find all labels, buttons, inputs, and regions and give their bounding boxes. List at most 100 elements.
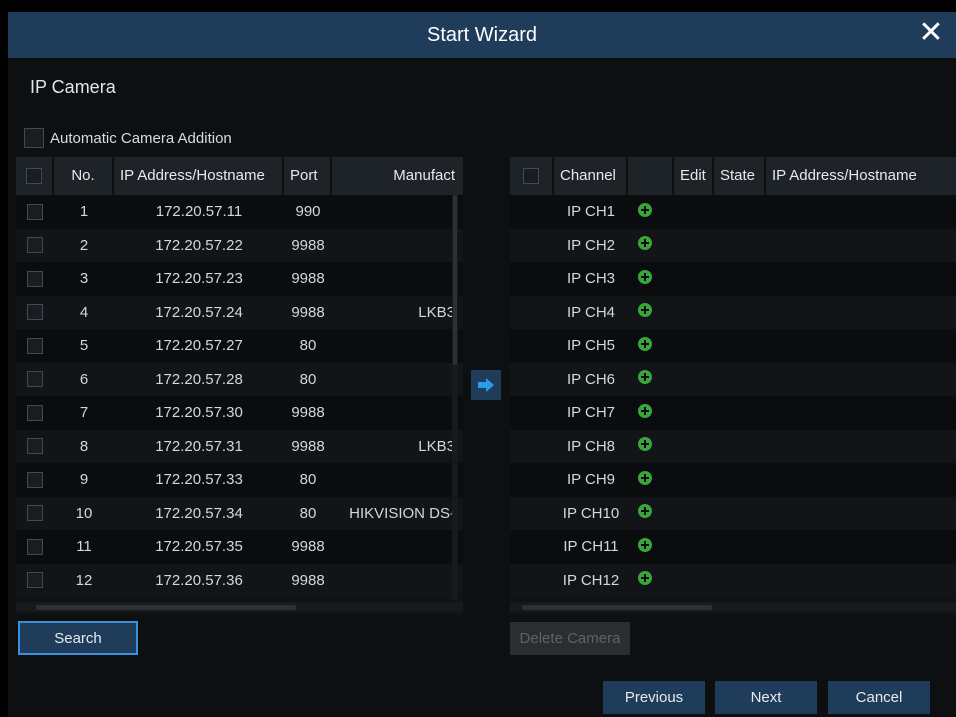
title-bar: Start Wizard ✕ — [8, 12, 956, 58]
add-camera-icon[interactable] — [638, 236, 652, 251]
row-port: 9988 — [291, 236, 325, 254]
column-header-add — [628, 157, 674, 195]
add-camera-cell — [628, 537, 674, 556]
channel-row[interactable]: IP CH9 — [510, 463, 956, 497]
channel-row[interactable]: IP CH10 — [510, 496, 956, 530]
channel-row[interactable]: IP CH8 — [510, 429, 956, 463]
table-row[interactable]: 5 172.20.57.27 80 — [16, 329, 463, 363]
channel-name: IP CH8 — [566, 437, 616, 455]
channel-row[interactable]: IP CH5 — [510, 329, 956, 363]
automatic-camera-addition[interactable]: Automatic Camera Addition — [24, 128, 232, 148]
search-results-body: 1 172.20.57.11 990 2 172.20.57.22 9988 3 172.20… — [16, 195, 463, 597]
row-checkbox[interactable] — [27, 371, 43, 388]
row-checkbox[interactable] — [27, 538, 43, 555]
channel-row[interactable]: IP CH7 — [510, 396, 956, 430]
row-checkbox[interactable] — [27, 237, 43, 254]
row-checkbox-cell — [16, 203, 54, 220]
table-row[interactable]: 4 172.20.57.24 9988 LKB3 — [16, 295, 463, 329]
row-ip: 172.20.57.11 — [155, 203, 243, 221]
column-header-ip[interactable]: IP Address/Hostname — [114, 157, 284, 195]
add-camera-icon[interactable] — [638, 303, 652, 318]
row-port: 9988 — [291, 270, 325, 288]
add-camera-icon[interactable] — [638, 537, 652, 552]
row-port: 80 — [299, 337, 317, 355]
row-checkbox-cell — [16, 304, 54, 321]
add-camera-cell — [628, 303, 674, 321]
column-header-state[interactable]: State — [714, 157, 766, 195]
column-header-manufacturer[interactable]: Manufact — [332, 157, 463, 195]
row-checkbox[interactable] — [27, 471, 43, 488]
table-row[interactable]: 10 172.20.57.34 80 HIKVISION DS- — [16, 496, 463, 530]
add-camera-cell — [628, 202, 674, 221]
row-ip: 172.20.57.33 — [155, 471, 243, 489]
table-row[interactable]: 2 172.20.57.22 9988 — [16, 228, 463, 262]
automatic-camera-addition-checkbox[interactable] — [24, 128, 44, 148]
add-camera-icon[interactable] — [638, 269, 652, 284]
table-row[interactable]: 11 172.20.57.35 9988 — [16, 530, 463, 564]
column-header-edit[interactable]: Edit — [674, 157, 714, 195]
channel-name: IP CH6 — [566, 370, 616, 388]
row-port: 9988 — [291, 437, 325, 455]
search-button[interactable]: Search — [18, 621, 138, 655]
row-checkbox[interactable] — [27, 203, 43, 220]
add-camera-icon[interactable] — [638, 437, 652, 452]
channel-row[interactable]: IP CH3 — [510, 262, 956, 296]
add-selected-arrow-button[interactable] — [471, 370, 501, 400]
cancel-button[interactable]: Cancel — [828, 681, 930, 714]
add-camera-icon[interactable] — [638, 336, 652, 351]
column-header-no[interactable]: No. — [54, 157, 114, 195]
column-header-channel-ip[interactable]: IP Address/Hostname — [766, 157, 956, 195]
row-checkbox[interactable] — [27, 337, 43, 354]
channel-row[interactable]: IP CH6 — [510, 362, 956, 396]
row-ip: 172.20.57.31 — [155, 437, 243, 455]
add-camera-icon[interactable] — [638, 403, 652, 418]
table-row[interactable]: 1 172.20.57.11 990 — [16, 195, 463, 229]
left-vertical-scroll-thumb[interactable] — [453, 195, 457, 365]
previous-button[interactable]: Previous — [603, 681, 705, 714]
add-camera-icon[interactable] — [638, 571, 652, 586]
table-row[interactable]: 6 172.20.57.28 80 — [16, 362, 463, 396]
close-icon[interactable]: ✕ — [916, 18, 946, 48]
table-row[interactable]: 9 172.20.57.33 80 — [16, 463, 463, 497]
add-camera-icon[interactable] — [638, 470, 652, 485]
table-row[interactable]: 8 172.20.57.31 9988 LKB3 — [16, 429, 463, 463]
table-row[interactable]: 3 172.20.57.23 9988 — [16, 262, 463, 296]
row-checkbox[interactable] — [27, 572, 43, 589]
right-horizontal-scrollbar[interactable] — [510, 602, 956, 612]
row-checkbox[interactable] — [27, 505, 43, 522]
left-horizontal-scroll-thumb[interactable] — [36, 605, 296, 610]
channel-row[interactable]: IP CH11 — [510, 530, 956, 564]
row-checkbox[interactable] — [27, 270, 43, 287]
channel-table: Channel Edit State IP Address/Hostname I… — [510, 157, 956, 615]
table-row[interactable]: 7 172.20.57.30 9988 — [16, 396, 463, 430]
row-port: 990 — [295, 203, 321, 221]
column-header-channel[interactable]: Channel — [554, 157, 628, 195]
channel-row[interactable]: IP CH2 — [510, 228, 956, 262]
add-camera-icon[interactable] — [638, 202, 652, 217]
channel-row[interactable]: IP CH4 — [510, 295, 956, 329]
add-camera-cell — [628, 336, 674, 355]
row-ip: 172.20.57.36 — [155, 571, 243, 589]
channel-select-all-checkbox[interactable] — [523, 168, 539, 184]
row-manufacturer: LKB3 — [418, 303, 455, 321]
select-all-checkbox[interactable] — [26, 168, 42, 184]
row-checkbox[interactable] — [27, 438, 43, 455]
channel-name: IP CH10 — [562, 504, 620, 522]
row-checkbox-cell — [16, 237, 54, 254]
left-vertical-scrollbar[interactable] — [452, 195, 458, 600]
search-results-header: No. IP Address/Hostname Port Manufact — [16, 157, 463, 195]
row-checkbox[interactable] — [27, 304, 43, 321]
add-camera-icon[interactable] — [638, 504, 652, 519]
row-port: 9988 — [291, 538, 325, 556]
delete-camera-button[interactable]: Delete Camera — [510, 622, 630, 655]
table-row[interactable]: 12 172.20.57.36 9988 — [16, 563, 463, 597]
row-checkbox[interactable] — [27, 404, 43, 421]
row-no: 11 — [76, 538, 92, 556]
right-horizontal-scroll-thumb[interactable] — [522, 605, 712, 610]
column-header-port[interactable]: Port — [284, 157, 332, 195]
add-camera-icon[interactable] — [638, 370, 652, 385]
next-button[interactable]: Next — [715, 681, 817, 714]
channel-row[interactable]: IP CH12 — [510, 563, 956, 597]
left-horizontal-scrollbar[interactable] — [16, 602, 463, 612]
channel-row[interactable]: IP CH1 — [510, 195, 956, 229]
